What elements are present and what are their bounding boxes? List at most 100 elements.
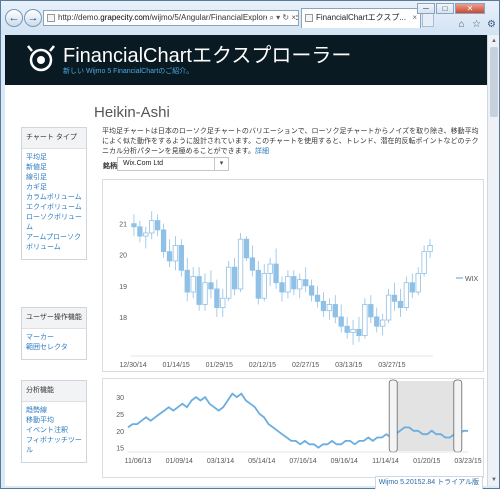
candle-body — [202, 282, 208, 305]
nav-x-tick-label: 11/06/13 — [125, 458, 152, 465]
candle-body — [297, 279, 303, 290]
sidebar-item[interactable]: アームプローソクボリューム — [22, 233, 86, 253]
app-title-latin: FinancialChart — [63, 45, 192, 67]
sidebar-section: 分析機能 趋勢線 移動平均 イベント注釈 フィボナッチツール — [21, 380, 87, 463]
sidebar-heading: ユーザー操作機能 — [22, 308, 86, 329]
nav-x-tick-label: 07/16/14 — [289, 458, 316, 465]
y-tick-label: 19 — [119, 284, 127, 291]
nav-x-tick-label: 01/20/15 — [413, 458, 440, 465]
nav-x-tick-label: 11/14/14 — [372, 458, 399, 465]
candle-body — [172, 245, 179, 262]
symbol-select[interactable]: Wix.Com Ltd ▾ — [117, 157, 229, 171]
nav-y-tick-label: 25 — [116, 412, 124, 419]
candle-body — [320, 300, 327, 312]
candle-body — [344, 325, 350, 333]
heikin-ashi-chart[interactable]: 18 19 20 21 12/30/14 01/14/15 01/29/15 02/12/15… — [103, 180, 485, 373]
symbol-select-value: Wix.Com Ltd — [123, 160, 164, 167]
range-handle[interactable] — [388, 379, 398, 453]
candle-body — [131, 223, 137, 228]
sidebar-item[interactable]: カラムボリューム — [22, 193, 86, 203]
candle-body — [314, 294, 321, 302]
candle-body — [255, 269, 261, 299]
tab-favicon-icon — [305, 14, 313, 22]
candle-body — [303, 279, 309, 287]
minimize-button[interactable]: ─ — [417, 3, 435, 14]
candle-body — [285, 276, 291, 293]
sidebar-item[interactable]: 趋勢線 — [22, 406, 86, 416]
x-tick-label: 01/29/15 — [206, 362, 233, 369]
candle-body — [380, 319, 386, 327]
page-favicon-icon — [47, 14, 55, 22]
sidebar-item[interactable]: エクイボリューム — [22, 203, 86, 213]
candle-body — [356, 328, 362, 336]
close-button[interactable]: ✕ — [455, 3, 485, 14]
browser-tab[interactable]: FinancialChartエクスプ... × — [301, 8, 421, 28]
sidebar-item[interactable]: イベント注釈 — [22, 426, 86, 436]
candle-body — [267, 263, 273, 274]
candle-body — [226, 266, 232, 299]
browser-window: ← → http://demo.grapecity.com/wijmo/5/An… — [0, 0, 500, 489]
home-icon[interactable]: ⌂ — [456, 19, 467, 30]
candle-body — [243, 238, 250, 259]
scrollbar-thumb[interactable] — [490, 47, 498, 117]
range-handle[interactable] — [453, 379, 463, 453]
back-button[interactable]: ← — [5, 9, 23, 27]
sidebar-item[interactable]: ローソクボリューム — [22, 213, 86, 233]
candle-body — [261, 272, 267, 299]
url-host: grapecity.com — [100, 13, 150, 22]
scroll-up-icon[interactable]: ▲ — [490, 37, 498, 45]
wijmo-logo-icon — [27, 45, 55, 72]
nav-x-tick-label: 01/09/14 — [166, 458, 193, 465]
candle-body — [427, 245, 433, 253]
nav-x-tick-label: 05/14/14 — [248, 458, 275, 465]
app-title-jp: エクスプローラー — [191, 45, 352, 67]
candle-body — [166, 251, 173, 262]
nav-x-tick-label: 03/13/14 — [207, 458, 234, 465]
candle-body — [368, 304, 374, 318]
main-chart-panel[interactable]: 18 19 20 21 12/30/14 01/14/15 01/29/15 02/12/15… — [102, 179, 484, 372]
sidebar-item[interactable]: 移動平均 — [22, 416, 86, 426]
description-text: 平均足チャートは日本のローソク足チャートのバリエーションで、ローソク足チャートか… — [102, 128, 479, 155]
candle-body — [160, 229, 167, 253]
forward-button[interactable]: → — [24, 9, 42, 27]
candle-body — [231, 266, 238, 290]
range-selection — [393, 381, 458, 451]
y-tick-label: 20 — [119, 253, 127, 260]
x-tick-label: 12/30/14 — [119, 362, 146, 369]
sidebar-item[interactable]: 線引足 — [22, 173, 86, 183]
candle-body — [154, 220, 161, 231]
sidebar-item[interactable]: フィボナッチツール — [22, 436, 86, 456]
sidebar-item[interactable]: マーカー — [22, 333, 86, 343]
sidebar-item[interactable]: 範囲セレクタ — [22, 343, 86, 353]
sidebar-item[interactable]: 平均足 — [22, 153, 86, 163]
nav-y-tick-label: 30 — [116, 395, 124, 402]
y-tick-label: 21 — [119, 222, 127, 229]
url-prefix: http://demo. — [58, 13, 101, 22]
sidebar-item[interactable]: 新値足 — [22, 163, 86, 173]
range-selector-panel[interactable]: 15 20 25 30 11/06/13 01/09/14 03/13/14 05/14/14… — [102, 378, 484, 478]
chevron-down-icon[interactable]: ▾ — [214, 158, 228, 170]
address-tools-icon[interactable]: ⌕ ▾ ↻ × — [267, 11, 296, 25]
candle-body — [184, 269, 190, 293]
app-subtitle: 新しい Wijmo 5 FinancialChartのご紹介。 — [63, 68, 194, 75]
chart-description: 平均足チャートは日本のローソク足チャートのバリエーションで、ローソク足チャートか… — [102, 127, 482, 157]
range-selector-chart[interactable]: 15 20 25 30 11/06/13 01/09/14 03/13/14 05/14/14… — [103, 379, 485, 479]
vertical-scrollbar[interactable]: ▲ ▼ — [487, 35, 499, 486]
candle-body — [403, 282, 410, 308]
maximize-button[interactable]: □ — [436, 3, 454, 14]
candle-body — [308, 285, 315, 296]
candle-body — [137, 226, 143, 237]
sidebar-item[interactable]: カギ足 — [22, 183, 86, 193]
candle-body — [220, 297, 226, 308]
detail-link[interactable]: 詳細 — [255, 148, 269, 155]
candle-body — [326, 304, 333, 312]
candle-body — [362, 304, 368, 336]
favorites-star-icon[interactable]: ☆ — [471, 19, 482, 30]
settings-gear-icon[interactable]: ⚙ — [486, 19, 497, 30]
candle-body — [237, 238, 244, 290]
app-header: FinancialChartエクスプローラー 新しい Wijmo 5 Finan… — [5, 35, 487, 85]
candle-body — [279, 282, 285, 293]
address-bar[interactable]: http://demo.grapecity.com/wijmo/5/Angula… — [43, 10, 299, 26]
symbol-label: 銘柄 — [103, 163, 117, 170]
browser-chrome: ← → http://demo.grapecity.com/wijmo/5/An… — [1, 1, 499, 35]
